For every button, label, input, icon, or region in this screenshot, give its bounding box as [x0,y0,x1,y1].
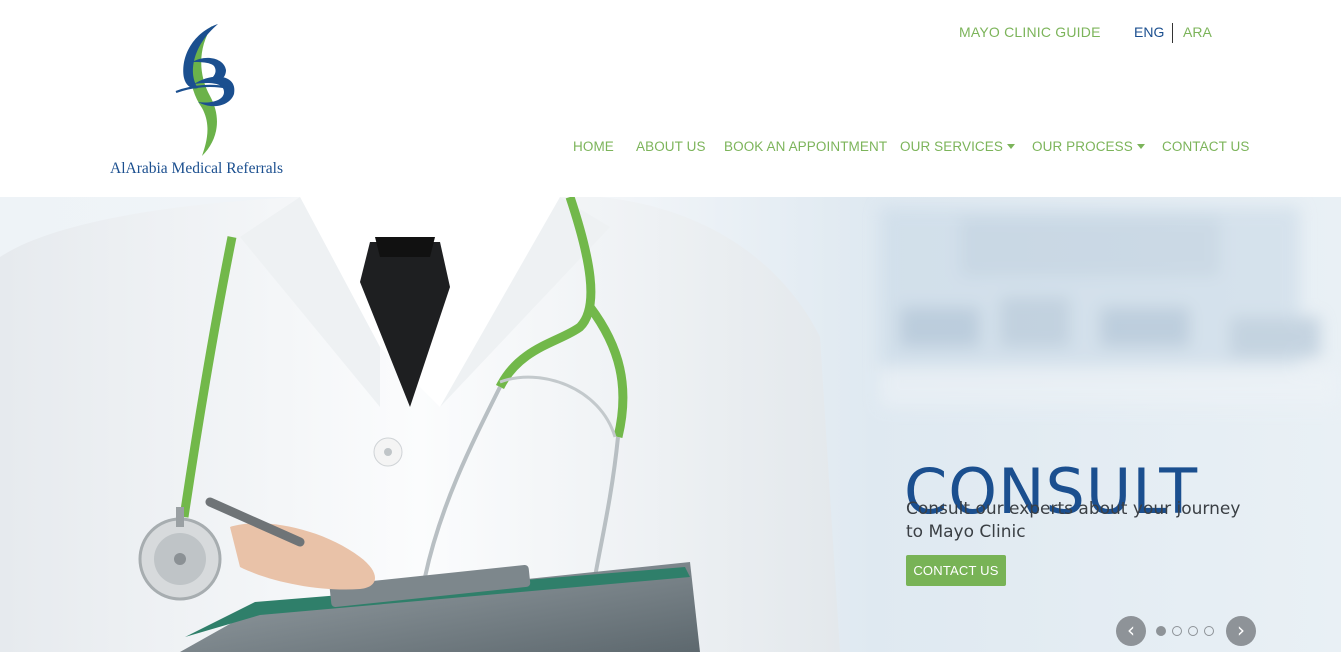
language-divider [1172,23,1173,43]
caret-down-icon [1006,144,1015,149]
nav-item-about-us[interactable]: ABOUT US [636,139,706,154]
logo-text: AlArabia Medical Referrals [110,160,284,177]
caret-down-icon [1136,144,1145,149]
nav-item-label: ABOUT US [636,139,706,154]
carousel-dot-4[interactable] [1204,626,1214,636]
nav-item-contact-us[interactable]: CONTACT US [1162,139,1250,154]
nav-item-label: BOOK AN APPOINTMENT [724,139,888,154]
carousel-dot-2[interactable] [1172,626,1182,636]
mayo-clinic-guide-link[interactable]: MAYO CLINIC GUIDE [959,24,1101,40]
language-arabic-link[interactable]: ARA [1183,24,1212,40]
carousel-dot-3[interactable] [1188,626,1198,636]
nav-item-home[interactable]: HOME [573,139,614,154]
doctor-with-stethoscope-image [0,197,1340,652]
nav-item-label: CONTACT US [1162,139,1250,154]
main-navigation: HOME ABOUT US BOOK AN APPOINTMENT OUR SE… [0,139,1341,159]
language-english-link[interactable]: ENG [1134,24,1164,40]
contact-us-button[interactable]: CONTACT US [906,555,1006,586]
nav-item-our-process[interactable]: OUR PROCESS [1032,139,1145,154]
nav-item-label: OUR PROCESS [1032,139,1133,154]
site-header: AlArabia Medical Referrals MAYO CLINIC G… [0,0,1341,197]
chevron-left-icon[interactable]: ‹ [1116,616,1146,646]
nav-item-label: OUR SERVICES [900,139,1003,154]
nav-item-label: HOME [573,139,614,154]
nav-item-our-services[interactable]: OUR SERVICES [900,139,1015,154]
top-utility-bar: MAYO CLINIC GUIDE ENG ARA [0,23,1341,44]
carousel-controls: ‹ › [1116,616,1258,648]
hero-slider: CONSULT Consult our experts about your j… [0,197,1341,652]
slide-description: Consult our experts about your journey t… [906,499,1241,542]
page: AlArabia Medical Referrals MAYO CLINIC G… [0,0,1341,652]
chevron-right-icon[interactable]: › [1226,616,1256,646]
carousel-dot-1[interactable] [1156,626,1166,636]
nav-item-book-appointment[interactable]: BOOK AN APPOINTMENT [724,139,887,154]
